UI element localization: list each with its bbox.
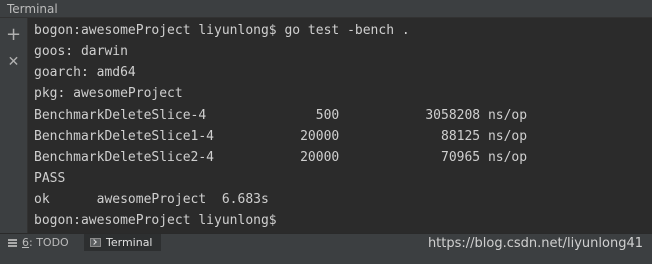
title-bar: Terminal: [0, 0, 652, 18]
terminal-prompt-line: bogon:awesomeProject liyunlong$: [34, 213, 277, 228]
terminal-line: ok awesomeProject 6.683s: [34, 192, 269, 207]
terminal-tab-label: Terminal: [106, 236, 153, 249]
tab-todo[interactable]: 6 : TODO: [8, 234, 69, 251]
terminal-line: pkg: awesomeProject: [34, 86, 183, 101]
terminal-output[interactable]: bogon:awesomeProject liyunlong$ go test …: [28, 18, 652, 233]
tool-window-bar: 6 : TODO Terminal https://blog.csdn.net/…: [0, 233, 652, 264]
terminal-icon: [90, 238, 101, 247]
window-title: Terminal: [7, 2, 58, 16]
terminal-line: BenchmarkDeleteSlice1-4 20000 88125 ns/o…: [34, 129, 528, 144]
todo-list-icon: [8, 238, 17, 247]
plus-icon[interactable]: +: [0, 24, 27, 46]
watermark: https://blog.csdn.net/liyunlong41: [427, 236, 643, 251]
terminal-line: goos: darwin: [34, 44, 128, 59]
terminal-line: BenchmarkDeleteSlice-4 500 3058208 ns/op: [34, 108, 528, 123]
terminal-line: bogon:awesomeProject liyunlong$ go test …: [34, 23, 410, 38]
todo-shortcut: 6: [22, 236, 29, 249]
todo-label: : TODO: [29, 236, 69, 249]
tab-terminal[interactable]: Terminal: [84, 234, 161, 251]
close-icon[interactable]: ✕: [0, 51, 27, 73]
terminal-sidebar: + ✕: [0, 18, 28, 233]
terminal-line: goarch: amd64: [34, 65, 136, 80]
terminal-line: PASS: [34, 171, 66, 186]
terminal-line: BenchmarkDeleteSlice2-4 20000 70965 ns/o…: [34, 150, 528, 165]
